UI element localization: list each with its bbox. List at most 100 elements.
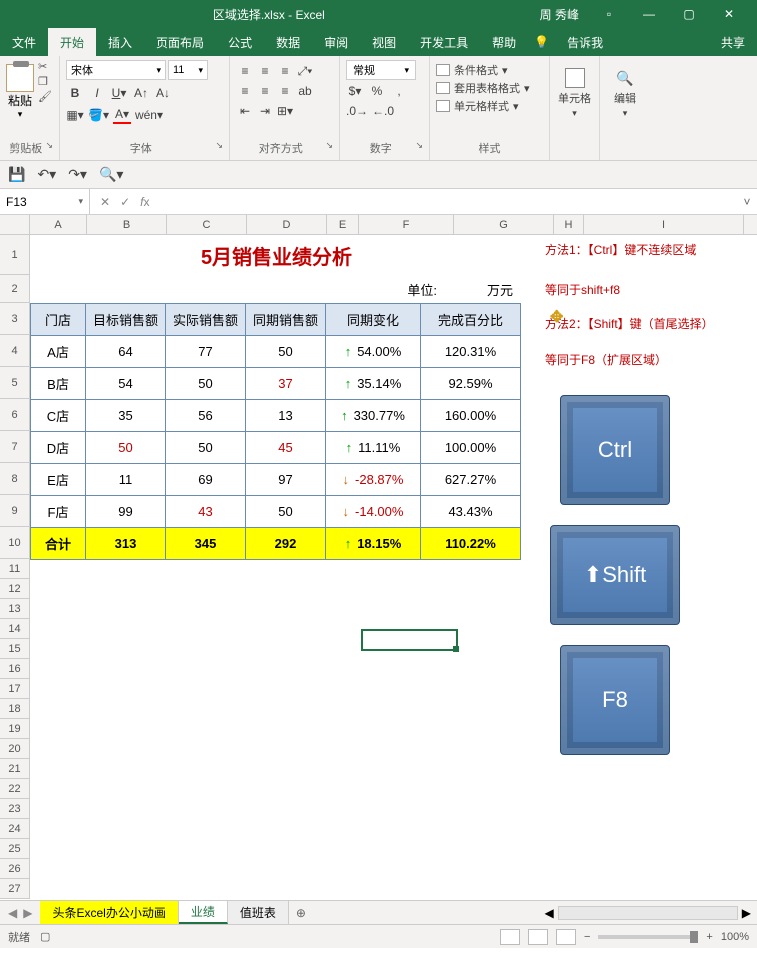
cells-button[interactable]: 单元格▾ (556, 68, 593, 119)
redo-button[interactable]: ↷▾ (68, 166, 87, 183)
col-header-D[interactable]: D (247, 215, 327, 234)
table-cell[interactable]: -28.87% (326, 464, 421, 496)
table-cell[interactable]: 43.43% (421, 496, 521, 528)
note-shiftf8[interactable]: 等同于shift+f8 (545, 281, 620, 298)
cell-styles-button[interactable]: 单元格样式▾ (436, 98, 543, 114)
table-cell[interactable]: -14.00% (326, 496, 421, 528)
table-cell[interactable]: 99 (86, 496, 166, 528)
phonetic-button[interactable]: wén▾ (135, 106, 163, 124)
col-header-F[interactable]: F (359, 215, 454, 234)
table-cell[interactable]: 50 (86, 432, 166, 464)
table-cell[interactable]: 69 (166, 464, 246, 496)
row-header-23[interactable]: 23 (0, 799, 29, 819)
table-cell[interactable]: 627.27% (421, 464, 521, 496)
tab-help[interactable]: 帮助 (480, 28, 528, 56)
print-preview-button[interactable]: 🔍▾ (99, 166, 123, 183)
row-header-24[interactable]: 24 (0, 819, 29, 839)
hscroll-left-icon[interactable]: ◀ (545, 906, 554, 920)
col-header-C[interactable]: C (167, 215, 247, 234)
increase-decimal-button[interactable]: .0→ (346, 102, 368, 120)
decrease-decimal-button[interactable]: ←.0 (372, 102, 394, 120)
table-cell[interactable]: 110.22% (421, 528, 521, 560)
row-header-12[interactable]: 12 (0, 579, 29, 599)
table-header[interactable]: 同期销售额 (246, 304, 326, 336)
align-middle-button[interactable]: ≡ (256, 62, 274, 80)
view-normal-button[interactable] (500, 929, 520, 945)
bold-button[interactable]: B (66, 84, 84, 102)
table-cell[interactable]: 50 (246, 336, 326, 368)
row-header-20[interactable]: 20 (0, 739, 29, 759)
editing-button[interactable]: 🔍编辑▾ (606, 68, 644, 119)
clipboard-launcher-icon[interactable]: ↘ (45, 140, 53, 151)
table-header[interactable]: 实际销售额 (166, 304, 246, 336)
minimize-icon[interactable]: — (629, 7, 669, 21)
table-cell[interactable]: 11.11% (326, 432, 421, 464)
sheet-nav-next-icon[interactable]: ▶ (23, 906, 32, 920)
cancel-formula-icon[interactable]: ✕ (100, 195, 110, 209)
border-button[interactable]: ▦▾ (66, 106, 84, 124)
row-header-1[interactable]: 1 (0, 235, 29, 275)
row-header-15[interactable]: 15 (0, 639, 29, 659)
table-cell[interactable]: 35.14% (326, 368, 421, 400)
align-right-button[interactable]: ≡ (276, 82, 294, 100)
increase-font-button[interactable]: A↑ (132, 84, 150, 102)
sheet-title[interactable]: 5月销售业绩分析 (30, 235, 523, 275)
percent-button[interactable]: % (368, 82, 386, 100)
sheet-tab-3[interactable]: 值班表 (228, 901, 289, 924)
table-cell[interactable]: 313 (86, 528, 166, 560)
align-top-button[interactable]: ≡ (236, 62, 254, 80)
col-header-I[interactable]: I (584, 215, 744, 234)
zoom-level[interactable]: 100% (721, 931, 749, 943)
tab-file[interactable]: 文件 (0, 28, 48, 56)
comma-button[interactable]: , (390, 82, 408, 100)
table-header[interactable]: 门店 (31, 304, 86, 336)
tellme-icon[interactable]: 💡 (528, 28, 555, 56)
sheet-tab-1[interactable]: 头条Excel办公小动画 (40, 901, 178, 924)
insert-function-icon[interactable]: fx (140, 195, 149, 209)
new-sheet-button[interactable]: ⊕ (289, 906, 313, 920)
tab-home[interactable]: 开始 (48, 28, 96, 56)
tab-developer[interactable]: 开发工具 (408, 28, 480, 56)
row-header-17[interactable]: 17 (0, 679, 29, 699)
col-header-E[interactable]: E (327, 215, 359, 234)
table-cell[interactable]: 160.00% (421, 400, 521, 432)
zoom-slider[interactable] (598, 935, 698, 939)
table-cell[interactable]: 54.00% (326, 336, 421, 368)
macro-record-icon[interactable]: ▢ (40, 930, 50, 943)
font-launcher-icon[interactable]: ↘ (215, 140, 223, 151)
table-cell[interactable]: 92.59% (421, 368, 521, 400)
merge-button[interactable]: ⊞▾ (276, 102, 294, 120)
spreadsheet-grid[interactable]: ABCDEFGHI 123456789101112131415161718192… (0, 215, 757, 900)
tab-insert[interactable]: 插入 (96, 28, 144, 56)
tab-formulas[interactable]: 公式 (216, 28, 264, 56)
font-color-button[interactable]: A▾ (113, 106, 131, 124)
table-cell[interactable]: 120.31% (421, 336, 521, 368)
row-header-22[interactable]: 22 (0, 779, 29, 799)
decrease-indent-button[interactable]: ⇤ (236, 102, 254, 120)
data-table[interactable]: 门店目标销售额实际销售额同期销售额同期变化完成百分比A店64775054.00%… (30, 303, 521, 560)
row-header-3[interactable]: 3 (0, 303, 29, 335)
table-cell[interactable]: E店 (31, 464, 86, 496)
col-header-B[interactable]: B (87, 215, 167, 234)
row-header-11[interactable]: 11 (0, 559, 29, 579)
tab-view[interactable]: 视图 (360, 28, 408, 56)
user-name[interactable]: 周 秀峰 (540, 6, 579, 23)
table-row[interactable]: C店355613330.77%160.00% (31, 400, 521, 432)
alignment-launcher-icon[interactable]: ↘ (325, 140, 333, 151)
font-name-select[interactable]: 宋体▾ (66, 60, 166, 80)
table-cell[interactable]: D店 (31, 432, 86, 464)
underline-button[interactable]: U▾ (110, 84, 128, 102)
share-button[interactable]: 共享 (709, 28, 757, 56)
table-cell[interactable]: 56 (166, 400, 246, 432)
table-cell[interactable]: B店 (31, 368, 86, 400)
table-header[interactable]: 完成百分比 (421, 304, 521, 336)
hscroll-track[interactable] (558, 906, 738, 920)
wrap-text-button[interactable]: ab (296, 82, 314, 100)
table-row[interactable]: E店116997-28.87%627.27% (31, 464, 521, 496)
cut-button[interactable]: ✂ (38, 60, 52, 73)
tab-review[interactable]: 审阅 (312, 28, 360, 56)
table-cell[interactable]: 54 (86, 368, 166, 400)
table-cell[interactable]: 292 (246, 528, 326, 560)
table-cell[interactable]: 330.77% (326, 400, 421, 432)
maximize-icon[interactable]: ▢ (669, 7, 709, 21)
